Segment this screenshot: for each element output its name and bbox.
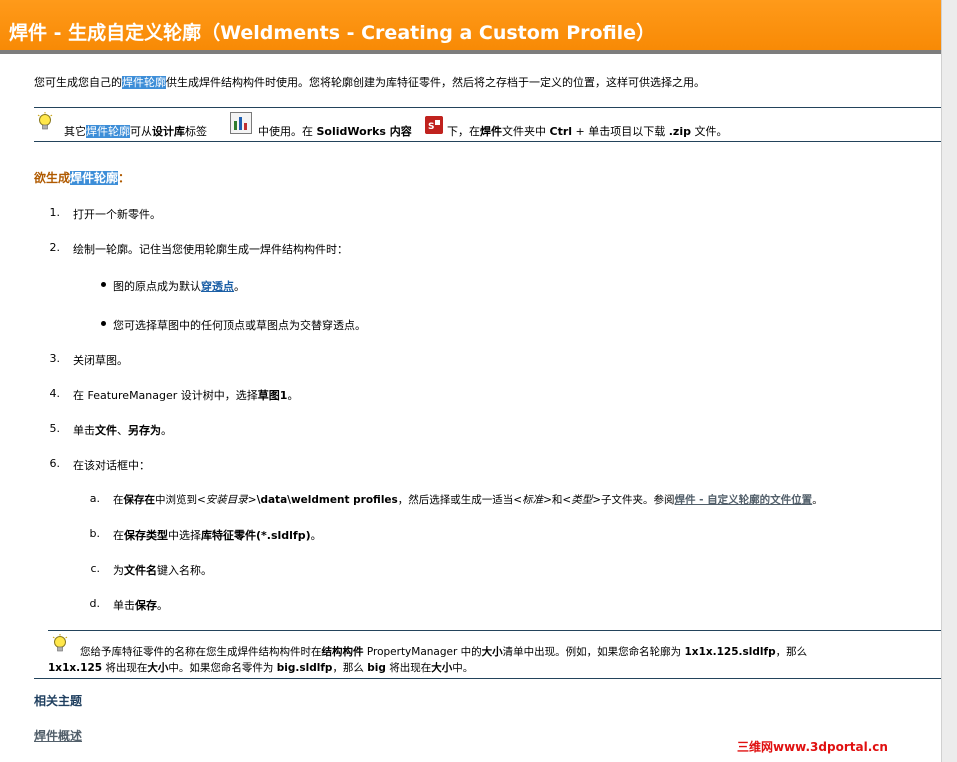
bullet-dot bbox=[101, 321, 106, 326]
step-4: 在 FeatureManager 设计树中，选择草图1。 bbox=[73, 389, 299, 402]
procedure-heading: 欲生成焊件轮廓： bbox=[34, 171, 131, 185]
step-1: 打开一个新零件。 bbox=[73, 208, 161, 221]
tip2-bottom-rule bbox=[34, 678, 941, 679]
vertical-scrollbar[interactable] bbox=[941, 0, 957, 762]
tip-top-rule bbox=[34, 107, 941, 108]
tip2-top-rule bbox=[48, 630, 941, 631]
bullet-dot bbox=[101, 282, 106, 287]
lightbulb-icon bbox=[37, 112, 53, 130]
tip-text-2: 中使用。在 SolidWorks 内容 bbox=[258, 125, 412, 138]
pierce-point-link[interactable]: 穿透点 bbox=[201, 280, 234, 293]
intro-paragraph: 您可生成您自己的焊件轮廓供生成焊件结构构件时使用。您将轮廓创建为库特征零件，然后… bbox=[34, 74, 705, 90]
watermark: 三维网www.3dportal.cn bbox=[737, 740, 888, 754]
title-bar: 焊件 - 生成自定义轮廓（Weldments - Creating a Cust… bbox=[0, 0, 941, 54]
design-library-icon bbox=[230, 112, 252, 134]
substep-letter: a. bbox=[89, 492, 100, 505]
step-3: 关闭草图。 bbox=[73, 354, 128, 367]
step-number: 3. bbox=[49, 352, 61, 365]
related-topics-heading: 相关主题 bbox=[34, 694, 83, 708]
step-number: 4. bbox=[49, 387, 61, 400]
step-number: 2. bbox=[49, 241, 61, 254]
tip-bottom-rule bbox=[34, 141, 941, 142]
intro-highlight: 焊件轮廓 bbox=[122, 76, 166, 89]
step-6: 在该对话框中： bbox=[73, 459, 150, 472]
lightbulb-icon bbox=[52, 634, 68, 652]
page-title: 焊件 - 生成自定义轮廓（Weldments - Creating a Cust… bbox=[9, 22, 656, 44]
help-page: 焊件 - 生成自定义轮廓（Weldments - Creating a Cust… bbox=[0, 0, 941, 762]
tip-highlight: 焊件轮廓 bbox=[86, 125, 130, 138]
weldments-overview-link[interactable]: 焊件概述 bbox=[34, 727, 82, 744]
step-number: 6. bbox=[49, 457, 61, 470]
substep-letter: c. bbox=[90, 562, 100, 575]
file-location-link[interactable]: 焊件 - 自定义轮廓的文件位置 bbox=[675, 494, 813, 506]
step-number: 5. bbox=[49, 422, 61, 435]
step-number: 1. bbox=[49, 206, 61, 219]
substep-b: 在保存类型中选择库特征零件(*.sldlfp)。 bbox=[113, 529, 322, 542]
tip2-line-2: 1x1x.125 将出现在大小中。如果您命名零件为 big.sldlfp，那么 … bbox=[48, 662, 474, 674]
intro-text: 您可生成您自己的 bbox=[34, 76, 122, 89]
step-2: 绘制一轮廓。记住当您使用轮廓生成一焊件结构构件时： bbox=[73, 243, 348, 256]
svg-text:S: S bbox=[428, 122, 434, 132]
substep-letter: b. bbox=[89, 527, 100, 540]
substep-c: 为文件名键入名称。 bbox=[113, 564, 212, 577]
tip-text: 其它焊件轮廓可从设计库标签 bbox=[64, 125, 207, 138]
tip2-line-1: 您给予库特征零件的名称在您生成焊件结构构件时在结构构件 PropertyMana… bbox=[80, 646, 808, 658]
tip-text-3: 下，在焊件文件夹中 Ctrl + 单击项目以下载 .zip 文件。 bbox=[447, 125, 728, 138]
substep-a: 在保存在中浏览到<安装目录>\data\weldment profiles，然后… bbox=[113, 494, 823, 506]
substep-letter: d. bbox=[89, 597, 100, 610]
solidworks-content-icon: S bbox=[425, 116, 443, 134]
bullet-1: 图的原点成为默认穿透点。 bbox=[113, 280, 245, 293]
step-5: 单击文件、另存为。 bbox=[73, 424, 172, 437]
intro-text-2: 供生成焊件结构构件时使用。您将轮廓创建为库特征零件，然后将之存档于一定义的位置，… bbox=[166, 76, 705, 89]
bullet-2: 您可选择草图中的任何顶点或草图点为交替穿透点。 bbox=[113, 319, 366, 332]
substep-d: 单击保存。 bbox=[113, 599, 168, 612]
